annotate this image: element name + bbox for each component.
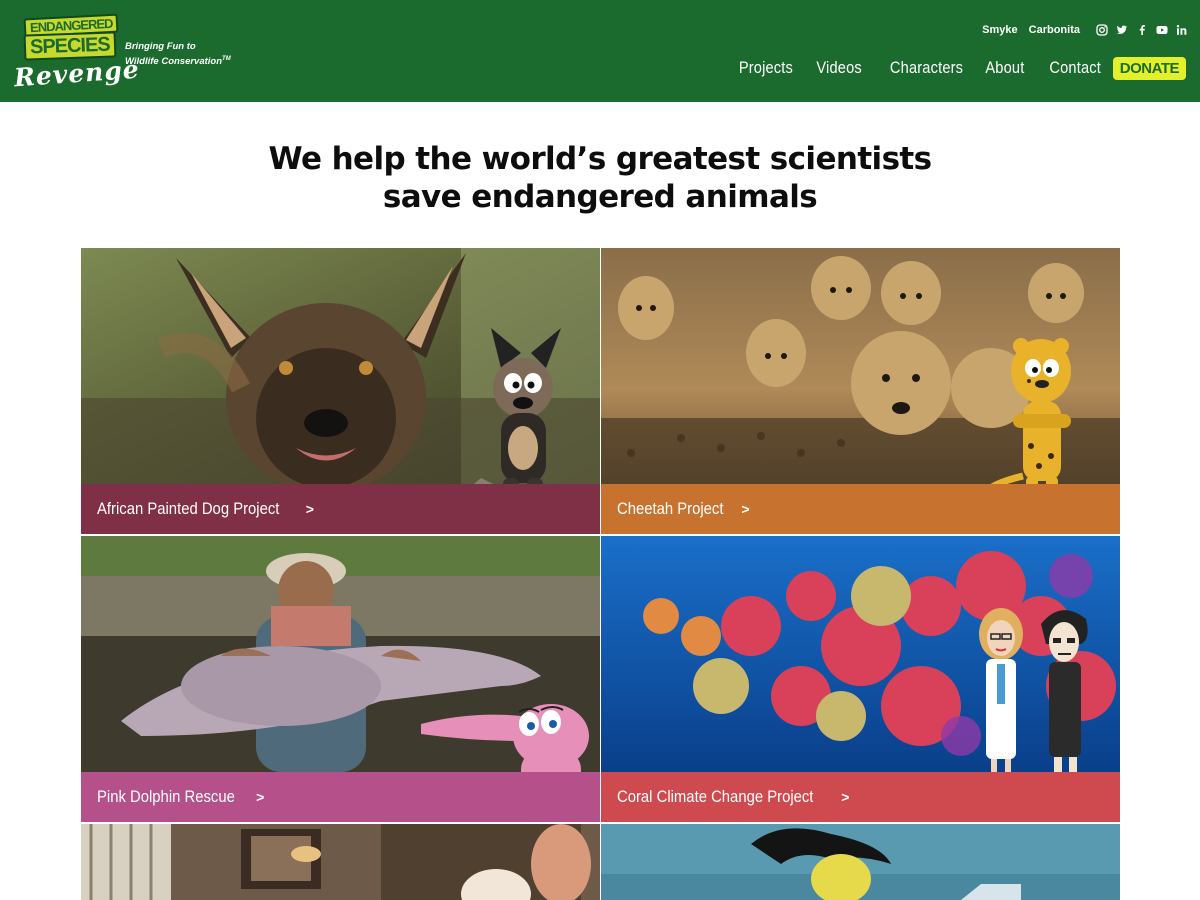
top-utility-bar: Smyke Carbonita (971, 22, 1188, 38)
chevron-right-icon: > (741, 501, 750, 517)
project-card-coral[interactable]: Coral Climate Change Project > (601, 536, 1120, 822)
project-card-partial-left[interactable] (81, 824, 600, 900)
tagline: Bringing Fun to Wildlife ConservationTM (125, 40, 255, 68)
top-link-carbonita[interactable]: Carbonita (1029, 24, 1080, 36)
facebook-icon[interactable] (1136, 24, 1148, 36)
donate-button[interactable]: DONATE (1112, 56, 1186, 80)
project-card-african-painted-dog[interactable]: African Painted Dog Project > (81, 248, 600, 534)
headline-line2: save endangered animals (382, 179, 818, 215)
room-photo (81, 824, 600, 900)
site-logo[interactable]: Endangered Species Revenge (13, 13, 141, 92)
nav-contact[interactable]: Contact (1049, 58, 1101, 78)
tagline-line2: Wildlife Conservation (125, 56, 223, 68)
main-nav: Projects Videos Characters About Contact… (714, 54, 1186, 82)
nav-characters[interactable]: Characters (890, 58, 963, 78)
instagram-icon[interactable] (1096, 24, 1108, 36)
project-card-pink-dolphin[interactable]: Pink Dolphin Rescue > (81, 536, 600, 822)
headline-line1: We help the world’s greatest scientists (268, 141, 932, 177)
nav-about[interactable]: About (986, 58, 1025, 78)
social-links (1088, 24, 1188, 36)
chevron-right-icon: > (256, 789, 265, 805)
nav-videos[interactable]: Videos (817, 58, 862, 78)
top-link-smyke[interactable]: Smyke (982, 24, 1017, 36)
twitter-icon[interactable] (1116, 24, 1128, 36)
project-title[interactable]: Cheetah Project (617, 500, 723, 519)
project-bar[interactable]: African Painted Dog Project > (81, 484, 600, 534)
project-bar[interactable]: Pink Dolphin Rescue > (81, 772, 600, 822)
tagline-line1: Bringing Fun to (125, 41, 196, 52)
youtube-icon[interactable] (1156, 24, 1168, 36)
project-card-partial-right[interactable] (601, 824, 1120, 900)
site-header: Endangered Species Revenge Bringing Fun … (0, 0, 1200, 102)
trademark-mark: TM (222, 56, 231, 62)
chevron-right-icon: > (841, 789, 850, 805)
nav-projects[interactable]: Projects (739, 58, 793, 78)
project-title[interactable]: Coral Climate Change Project (617, 788, 813, 807)
cartoon-scene (601, 824, 1120, 900)
linkedin-icon[interactable] (1176, 24, 1188, 36)
project-bar[interactable]: Coral Climate Change Project > (601, 772, 1120, 822)
project-title[interactable]: African Painted Dog Project (97, 500, 279, 519)
project-title[interactable]: Pink Dolphin Rescue (97, 788, 235, 807)
page-headline: We help the world’s greatest scientists … (0, 140, 1200, 216)
project-bar[interactable]: Cheetah Project > (601, 484, 1120, 534)
project-card-cheetah[interactable]: Cheetah Project > (601, 248, 1120, 534)
chevron-right-icon: > (305, 501, 314, 517)
